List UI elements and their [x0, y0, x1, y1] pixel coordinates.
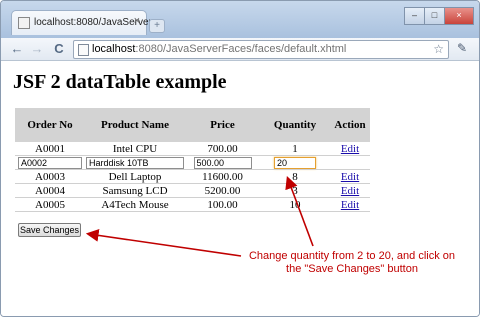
- close-window-button[interactable]: ×: [444, 7, 474, 25]
- title-bar: localhost:8080/JavaServer... × + – □ ×: [1, 1, 479, 38]
- arrow-to-quantity: [285, 176, 314, 247]
- forward-arrow-icon[interactable]: →: [29, 40, 45, 57]
- url-text: localhost:8080/JavaServerFaces/faces/def…: [92, 41, 346, 58]
- address-bar[interactable]: localhost:8080/JavaServerFaces/faces/def…: [73, 40, 449, 59]
- url-path: :8080/JavaServerFaces/faces/default.xhtm…: [135, 43, 347, 55]
- page-content: JSF 2 dataTable example Order No Product…: [1, 61, 479, 316]
- browser-window: localhost:8080/JavaServer... × + – □ × ←…: [0, 0, 480, 317]
- url-host: localhost: [92, 43, 136, 55]
- bookmark-star-icon[interactable]: ☆: [433, 41, 444, 58]
- page-favicon-icon: [18, 17, 30, 29]
- arrow-to-save-button: [85, 229, 242, 257]
- wrench-menu-icon[interactable]: ✎: [453, 40, 471, 57]
- tab-close-icon[interactable]: ×: [134, 15, 140, 27]
- new-tab-button[interactable]: +: [149, 19, 165, 33]
- annotation-arrows: [85, 176, 314, 257]
- minimize-button[interactable]: –: [404, 7, 425, 25]
- tab-title: localhost:8080/JavaServer...: [34, 17, 160, 28]
- page-icon: [78, 44, 89, 56]
- back-arrow-icon[interactable]: ←: [9, 40, 25, 57]
- reload-icon[interactable]: C: [51, 40, 67, 57]
- browser-toolbar: ← → C localhost:8080/JavaServerFaces/fac…: [1, 38, 479, 61]
- maximize-button[interactable]: □: [424, 7, 445, 25]
- browser-tab[interactable]: localhost:8080/JavaServer... ×: [11, 10, 160, 35]
